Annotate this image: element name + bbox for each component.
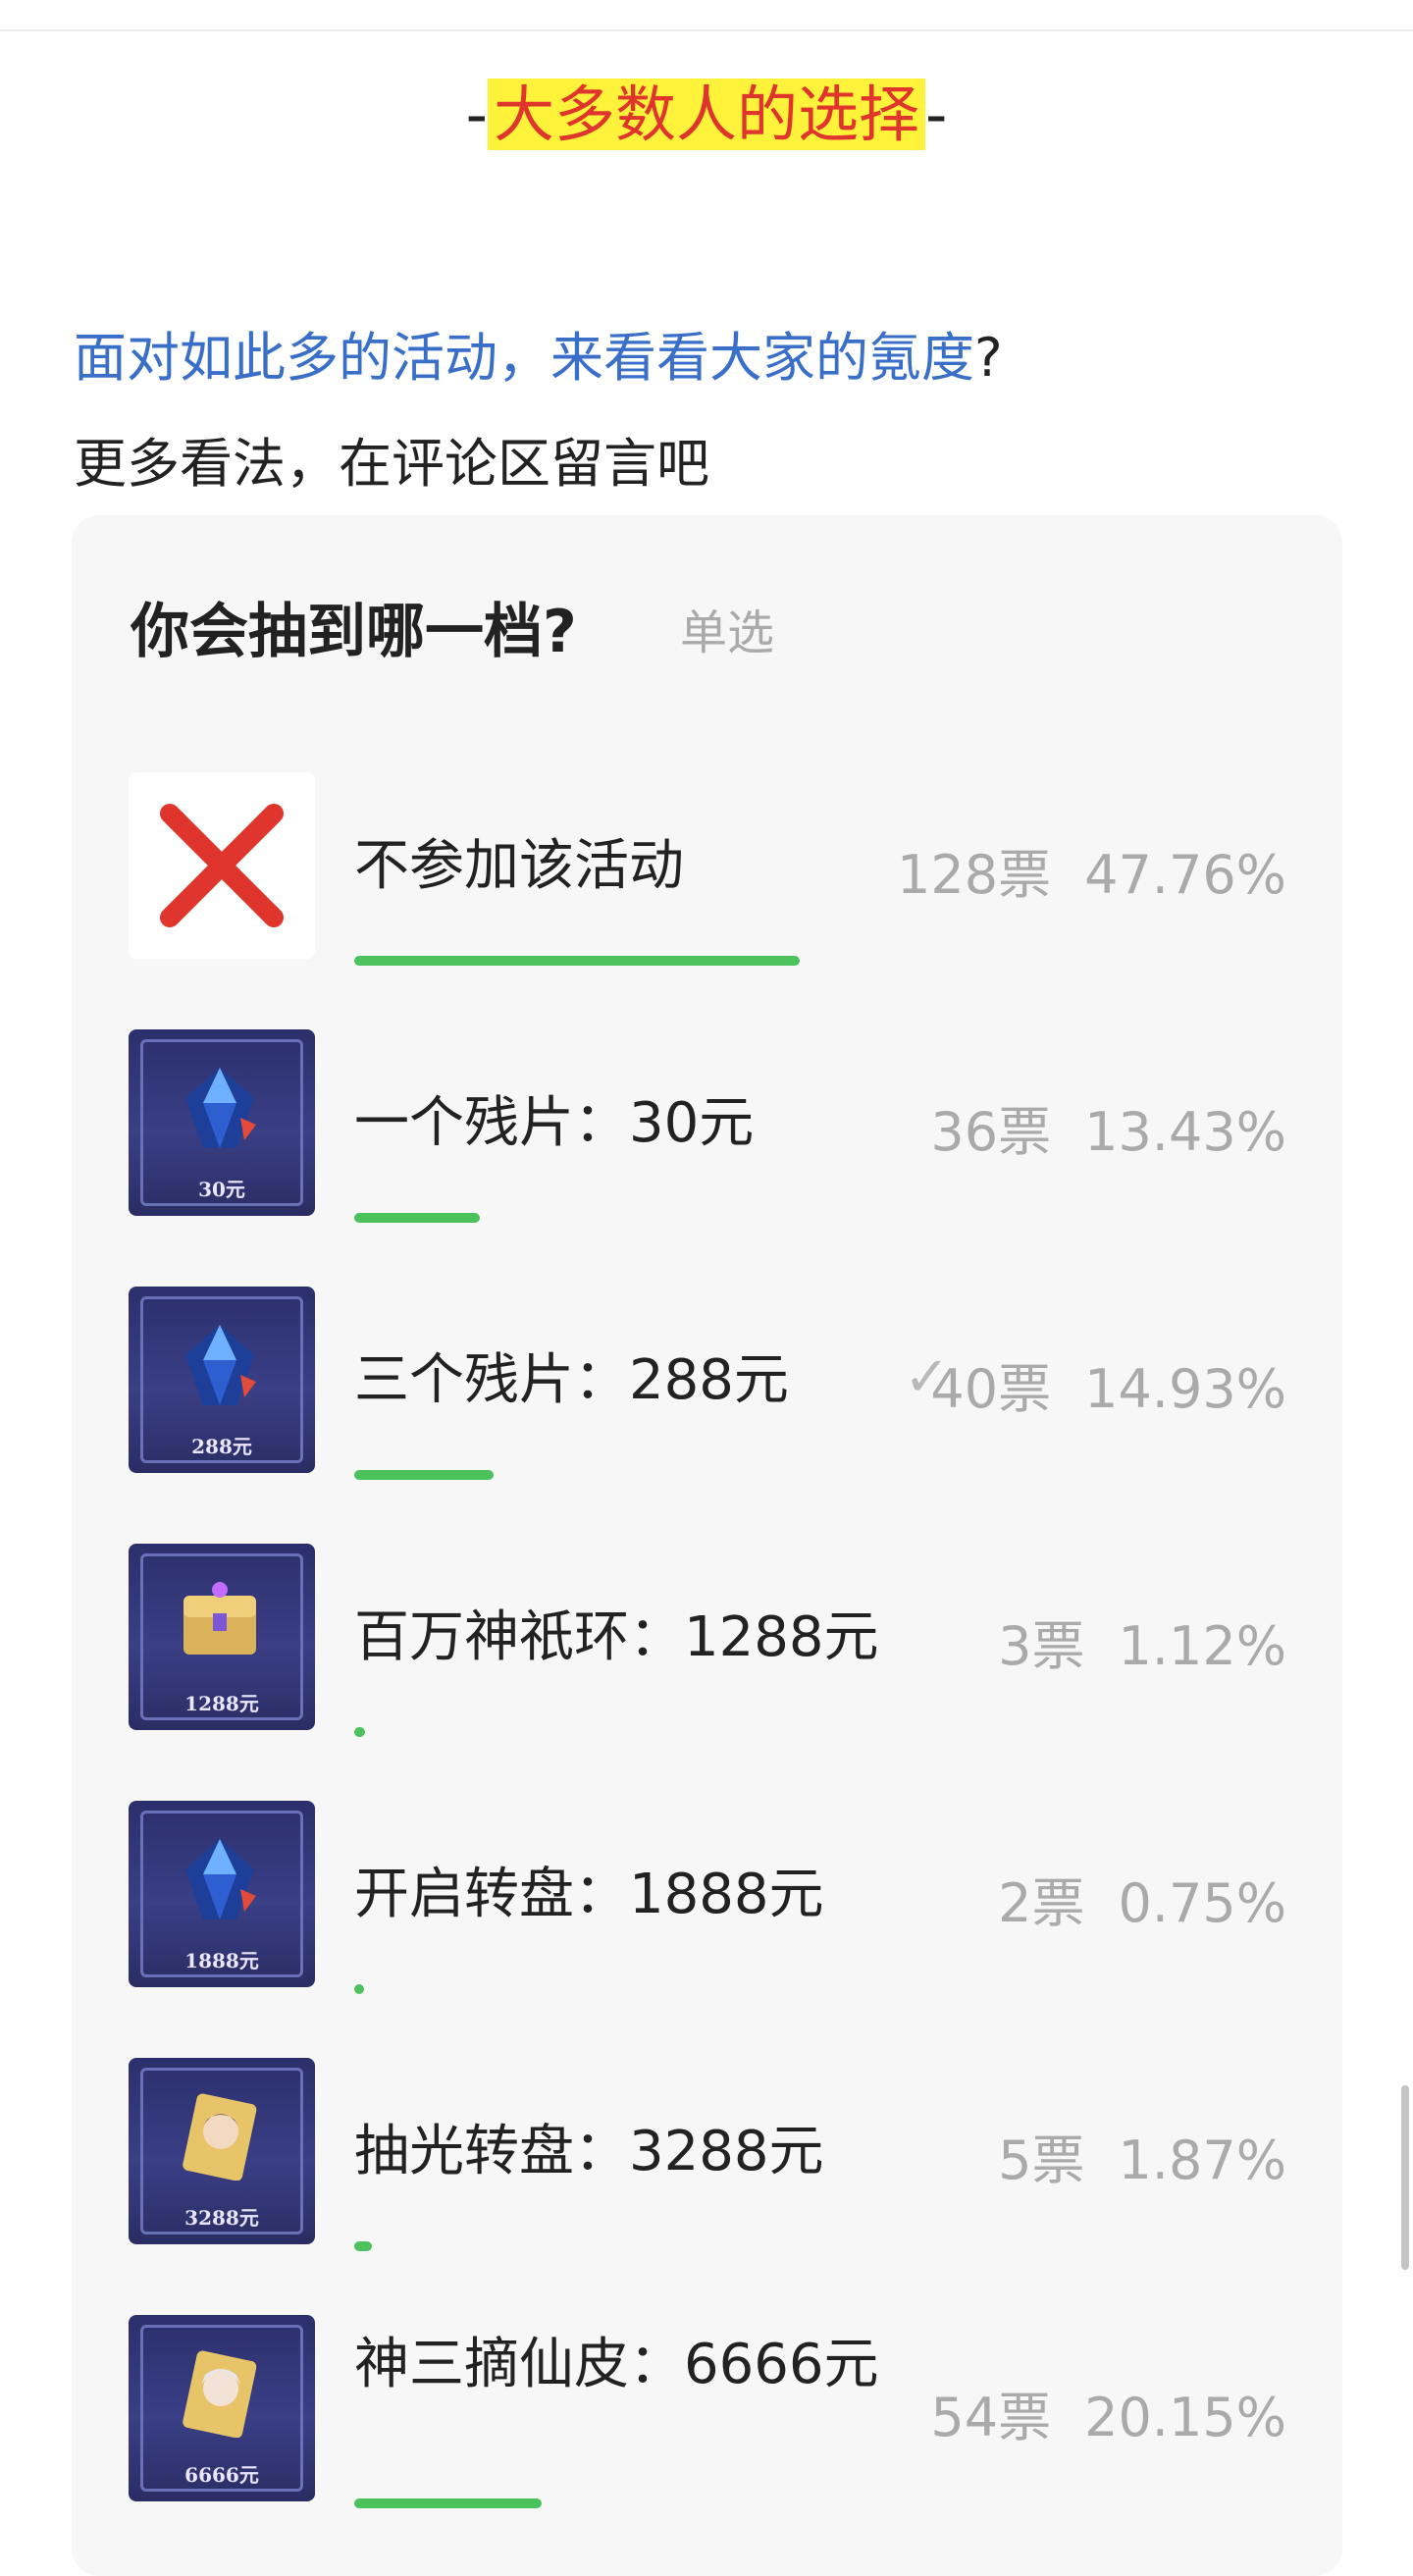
result-bar	[354, 2241, 372, 2251]
option-label: 一个残片：30元	[354, 1091, 755, 1155]
poll-title: 你会抽到哪一档?	[131, 598, 577, 666]
result-bar	[354, 2498, 542, 2508]
vote-percent: 14.93%	[1084, 1358, 1286, 1420]
vote-percent: 1.87%	[1118, 2129, 1286, 2191]
poll-option[interactable]: 1888元 开启转盘：1888元 2票 0.75%	[129, 1801, 1286, 2026]
section-heading: -大多数人的选择-	[0, 61, 1413, 169]
result-bar	[354, 956, 800, 966]
vote-count: 128票	[897, 844, 1052, 906]
top-divider	[0, 29, 1413, 31]
intro-line: 面对如此多的活动，来看看大家的氪度	[74, 327, 974, 389]
vote-percent: 0.75%	[1118, 1872, 1286, 1934]
crystal-fragment-card: 30元	[129, 1029, 315, 1216]
crystal-fragment-card: 288元	[129, 1287, 315, 1473]
poll-type-badge: 单选	[680, 605, 775, 660]
poll-card: 你会抽到哪一档? 单选 不参加该活动 128票 47.76% 30元 一个残片：3…	[72, 515, 1342, 2576]
poll-option[interactable]: 6666元 神三摘仙皮：6666元 54票 20.15%	[129, 2315, 1286, 2541]
result-bar	[354, 1727, 365, 1737]
crystal-fragment-card: 1888元	[129, 1801, 315, 1987]
heading-title: 大多数人的选择	[487, 79, 925, 150]
vote-percent: 13.43%	[1084, 1101, 1286, 1163]
vote-count: 36票	[930, 1101, 1052, 1163]
option-stats: 40票 14.93%	[930, 1345, 1286, 1423]
poll-option[interactable]: 288元 三个残片：288元 ✓ 40票 14.93%	[129, 1287, 1286, 1512]
vote-count: 5票	[998, 2129, 1085, 2191]
option-stats: 36票 13.43%	[930, 1088, 1286, 1166]
poll-option[interactable]: 不参加该活动 128票 47.76%	[129, 772, 1286, 998]
poll-option[interactable]: 3288元 抽光转盘：3288元 5票 1.87%	[129, 2058, 1286, 2284]
option-stats: 54票 20.15%	[930, 2374, 1286, 2451]
price-tag: 1288元	[184, 1692, 259, 1715]
heading-dash-right: -	[925, 79, 948, 150]
price-tag: 30元	[198, 1178, 245, 1201]
vote-count: 40票	[930, 1358, 1052, 1420]
option-stats: 128票 47.76%	[897, 831, 1286, 909]
comment-prompt: 更多看法，在评论区留言吧	[74, 433, 709, 495]
intro-question-mark: ?	[974, 327, 1003, 389]
red-x-icon	[129, 772, 315, 959]
price-tag: 3288元	[184, 2206, 259, 2230]
result-bar	[354, 1213, 480, 1223]
price-tag: 6666元	[184, 2463, 259, 2487]
option-label: 开启转盘：1888元	[354, 1863, 824, 1926]
price-tag: 1888元	[184, 1949, 259, 1972]
option-stats: 2票 0.75%	[998, 1860, 1286, 1937]
option-label: 百万神祇环：1288元	[354, 1605, 879, 1669]
hero-skin-card: 3288元	[129, 2058, 315, 2244]
option-stats: 5票 1.87%	[998, 2117, 1286, 2194]
poll-option[interactable]: 1288元 百万神祇环：1288元 3票 1.12%	[129, 1544, 1286, 1769]
heading-dash-left: -	[465, 79, 488, 150]
vote-count: 54票	[930, 2387, 1052, 2448]
vote-percent: 20.15%	[1084, 2387, 1286, 2448]
scrollbar-thumb[interactable]	[1401, 2085, 1409, 2270]
option-label: 抽光转盘：3288元	[354, 2120, 824, 2183]
vote-percent: 47.76%	[1084, 844, 1286, 906]
result-bar	[354, 1984, 364, 1994]
poll-option[interactable]: 30元 一个残片：30元 36票 13.43%	[129, 1029, 1286, 1255]
vote-percent: 1.12%	[1118, 1615, 1286, 1677]
option-stats: 3票 1.12%	[998, 1603, 1286, 1680]
option-label: 不参加该活动	[354, 834, 684, 898]
option-label: 神三摘仙皮：6666元	[354, 2333, 879, 2396]
intro-text: 面对如此多的活动，来看看大家的氪度?	[74, 314, 1003, 402]
option-label: 三个残片：288元	[354, 1348, 789, 1412]
vote-count: 2票	[998, 1872, 1085, 1934]
vote-count: 3票	[998, 1615, 1085, 1677]
result-bar	[354, 1470, 494, 1480]
price-tag: 288元	[191, 1435, 252, 1458]
treasure-chest-card: 1288元	[129, 1544, 315, 1730]
hero-skin-card: 6666元	[129, 2315, 315, 2501]
